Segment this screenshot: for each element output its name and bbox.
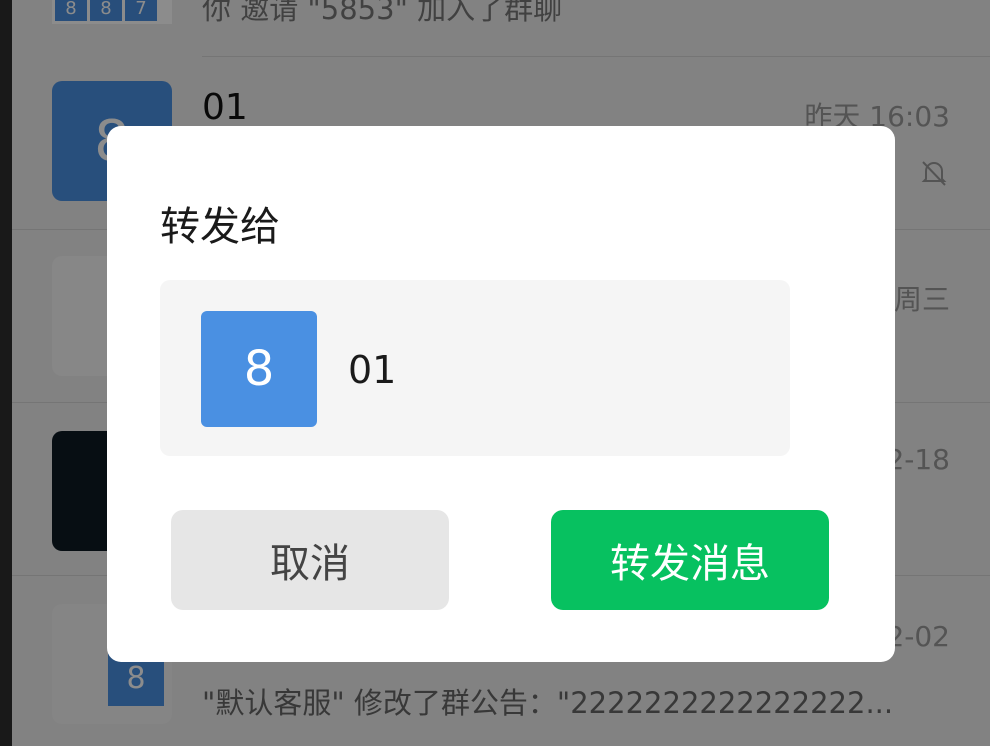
forward-dialog: 转发给 8 01 取消 转发消息 bbox=[107, 126, 895, 662]
forward-target-card: 8 01 bbox=[160, 280, 790, 456]
cancel-button[interactable]: 取消 bbox=[171, 510, 449, 610]
target-avatar: 8 bbox=[201, 311, 317, 427]
forward-message-button[interactable]: 转发消息 bbox=[551, 510, 829, 610]
target-name: 01 bbox=[348, 348, 397, 392]
dialog-title: 转发给 bbox=[160, 204, 280, 250]
